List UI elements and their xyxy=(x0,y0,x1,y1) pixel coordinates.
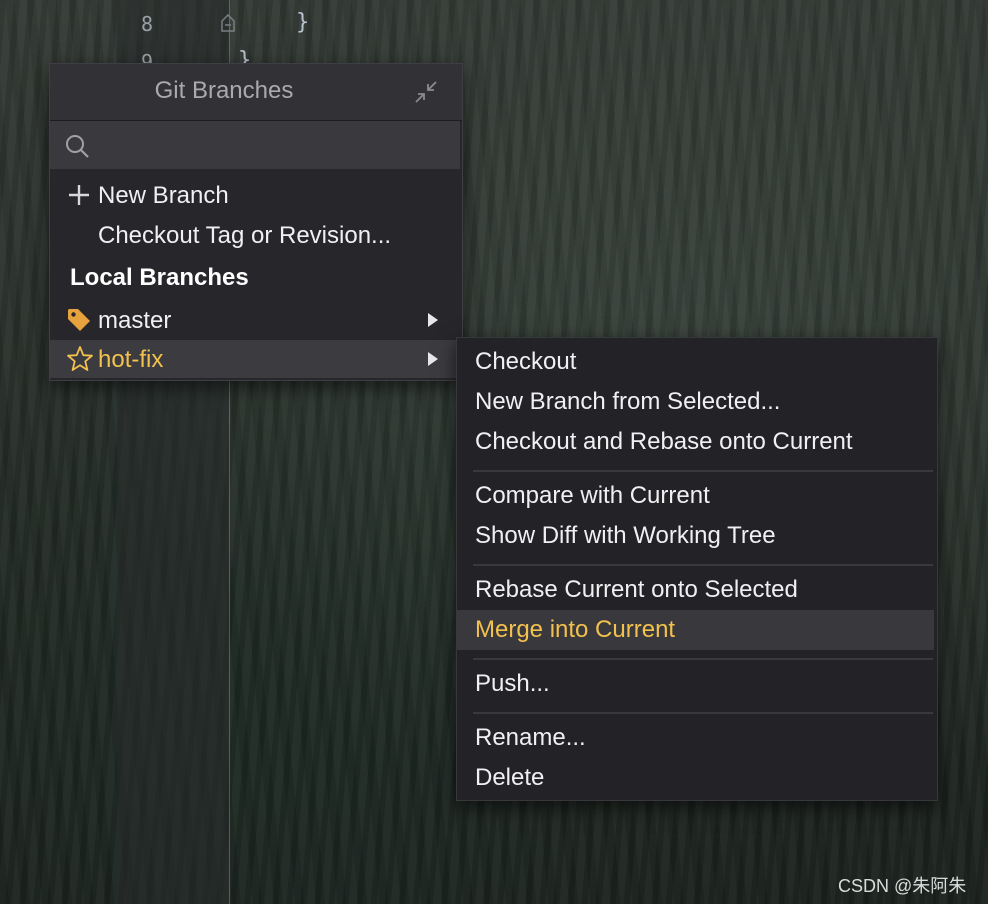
menu-item-delete[interactable]: Delete xyxy=(457,758,935,798)
menu-item-label: Checkout xyxy=(475,348,577,375)
menu-item-label: Push... xyxy=(475,670,550,697)
submenu-arrow-icon xyxy=(428,313,438,327)
new-branch-label: New Branch xyxy=(98,182,229,209)
menu-separator xyxy=(473,712,933,714)
menu-item-new-branch-from-selected[interactable]: New Branch from Selected... xyxy=(457,382,935,422)
menu-item-rename[interactable]: Rename... xyxy=(457,718,935,758)
branch-master[interactable]: master xyxy=(50,301,462,339)
submenu-arrow-icon xyxy=(428,352,438,366)
menu-item-label: Merge into Current xyxy=(475,616,676,643)
menu-item-rebase-current[interactable]: Rebase Current onto Selected xyxy=(457,570,935,610)
branch-actions-submenu: Checkout New Branch from Selected... Che… xyxy=(456,337,938,801)
menu-item-label: Compare with Current xyxy=(475,482,710,509)
collapse-icon[interactable] xyxy=(414,80,438,104)
tag-icon xyxy=(68,309,90,331)
line-number: 8 xyxy=(141,12,154,36)
menu-item-show-diff[interactable]: Show Diff with Working Tree xyxy=(457,516,935,556)
menu-item-label: New Branch from Selected... xyxy=(475,388,781,415)
branch-hot-fix[interactable]: hot-fix xyxy=(50,340,462,378)
fold-marker-icon[interactable] xyxy=(220,14,236,32)
popup-title: Git Branches xyxy=(154,77,294,104)
menu-item-label: Rebase Current onto Selected xyxy=(475,576,798,603)
menu-item-checkout-and-rebase[interactable]: Checkout and Rebase onto Current xyxy=(457,422,935,462)
branch-hot-fix-label: hot-fix xyxy=(98,346,164,373)
menu-item-label: Rename... xyxy=(475,724,586,751)
search-input[interactable] xyxy=(50,121,460,169)
popup-header: Git Branches xyxy=(50,64,462,121)
menu-separator xyxy=(473,470,933,472)
branch-master-label: master xyxy=(98,307,172,334)
plus-icon xyxy=(69,185,89,205)
git-branches-popup: Git Branches New Branch Checkout Tag or … xyxy=(49,63,463,381)
search-icon xyxy=(66,135,89,158)
menu-item-checkout[interactable]: Checkout xyxy=(457,342,935,382)
menu-item-merge-into-current[interactable]: Merge into Current xyxy=(457,610,934,650)
menu-item-compare-with-current[interactable]: Compare with Current xyxy=(457,476,935,516)
checkout-tag-item[interactable]: Checkout Tag or Revision... xyxy=(50,216,462,254)
menu-item-label: Checkout and Rebase onto Current xyxy=(475,428,853,455)
star-icon xyxy=(67,346,93,371)
watermark: CSDN @朱阿朱 xyxy=(838,876,967,896)
menu-item-label: Delete xyxy=(475,764,545,791)
code-line: } xyxy=(296,10,310,35)
local-branches-heading: Local Branches xyxy=(70,264,249,291)
menu-separator xyxy=(473,658,933,660)
checkout-tag-label: Checkout Tag or Revision... xyxy=(98,222,392,249)
menu-item-push[interactable]: Push... xyxy=(457,664,935,704)
new-branch-item[interactable]: New Branch xyxy=(50,176,462,214)
menu-separator xyxy=(473,564,933,566)
menu-item-label: Show Diff with Working Tree xyxy=(475,522,776,549)
